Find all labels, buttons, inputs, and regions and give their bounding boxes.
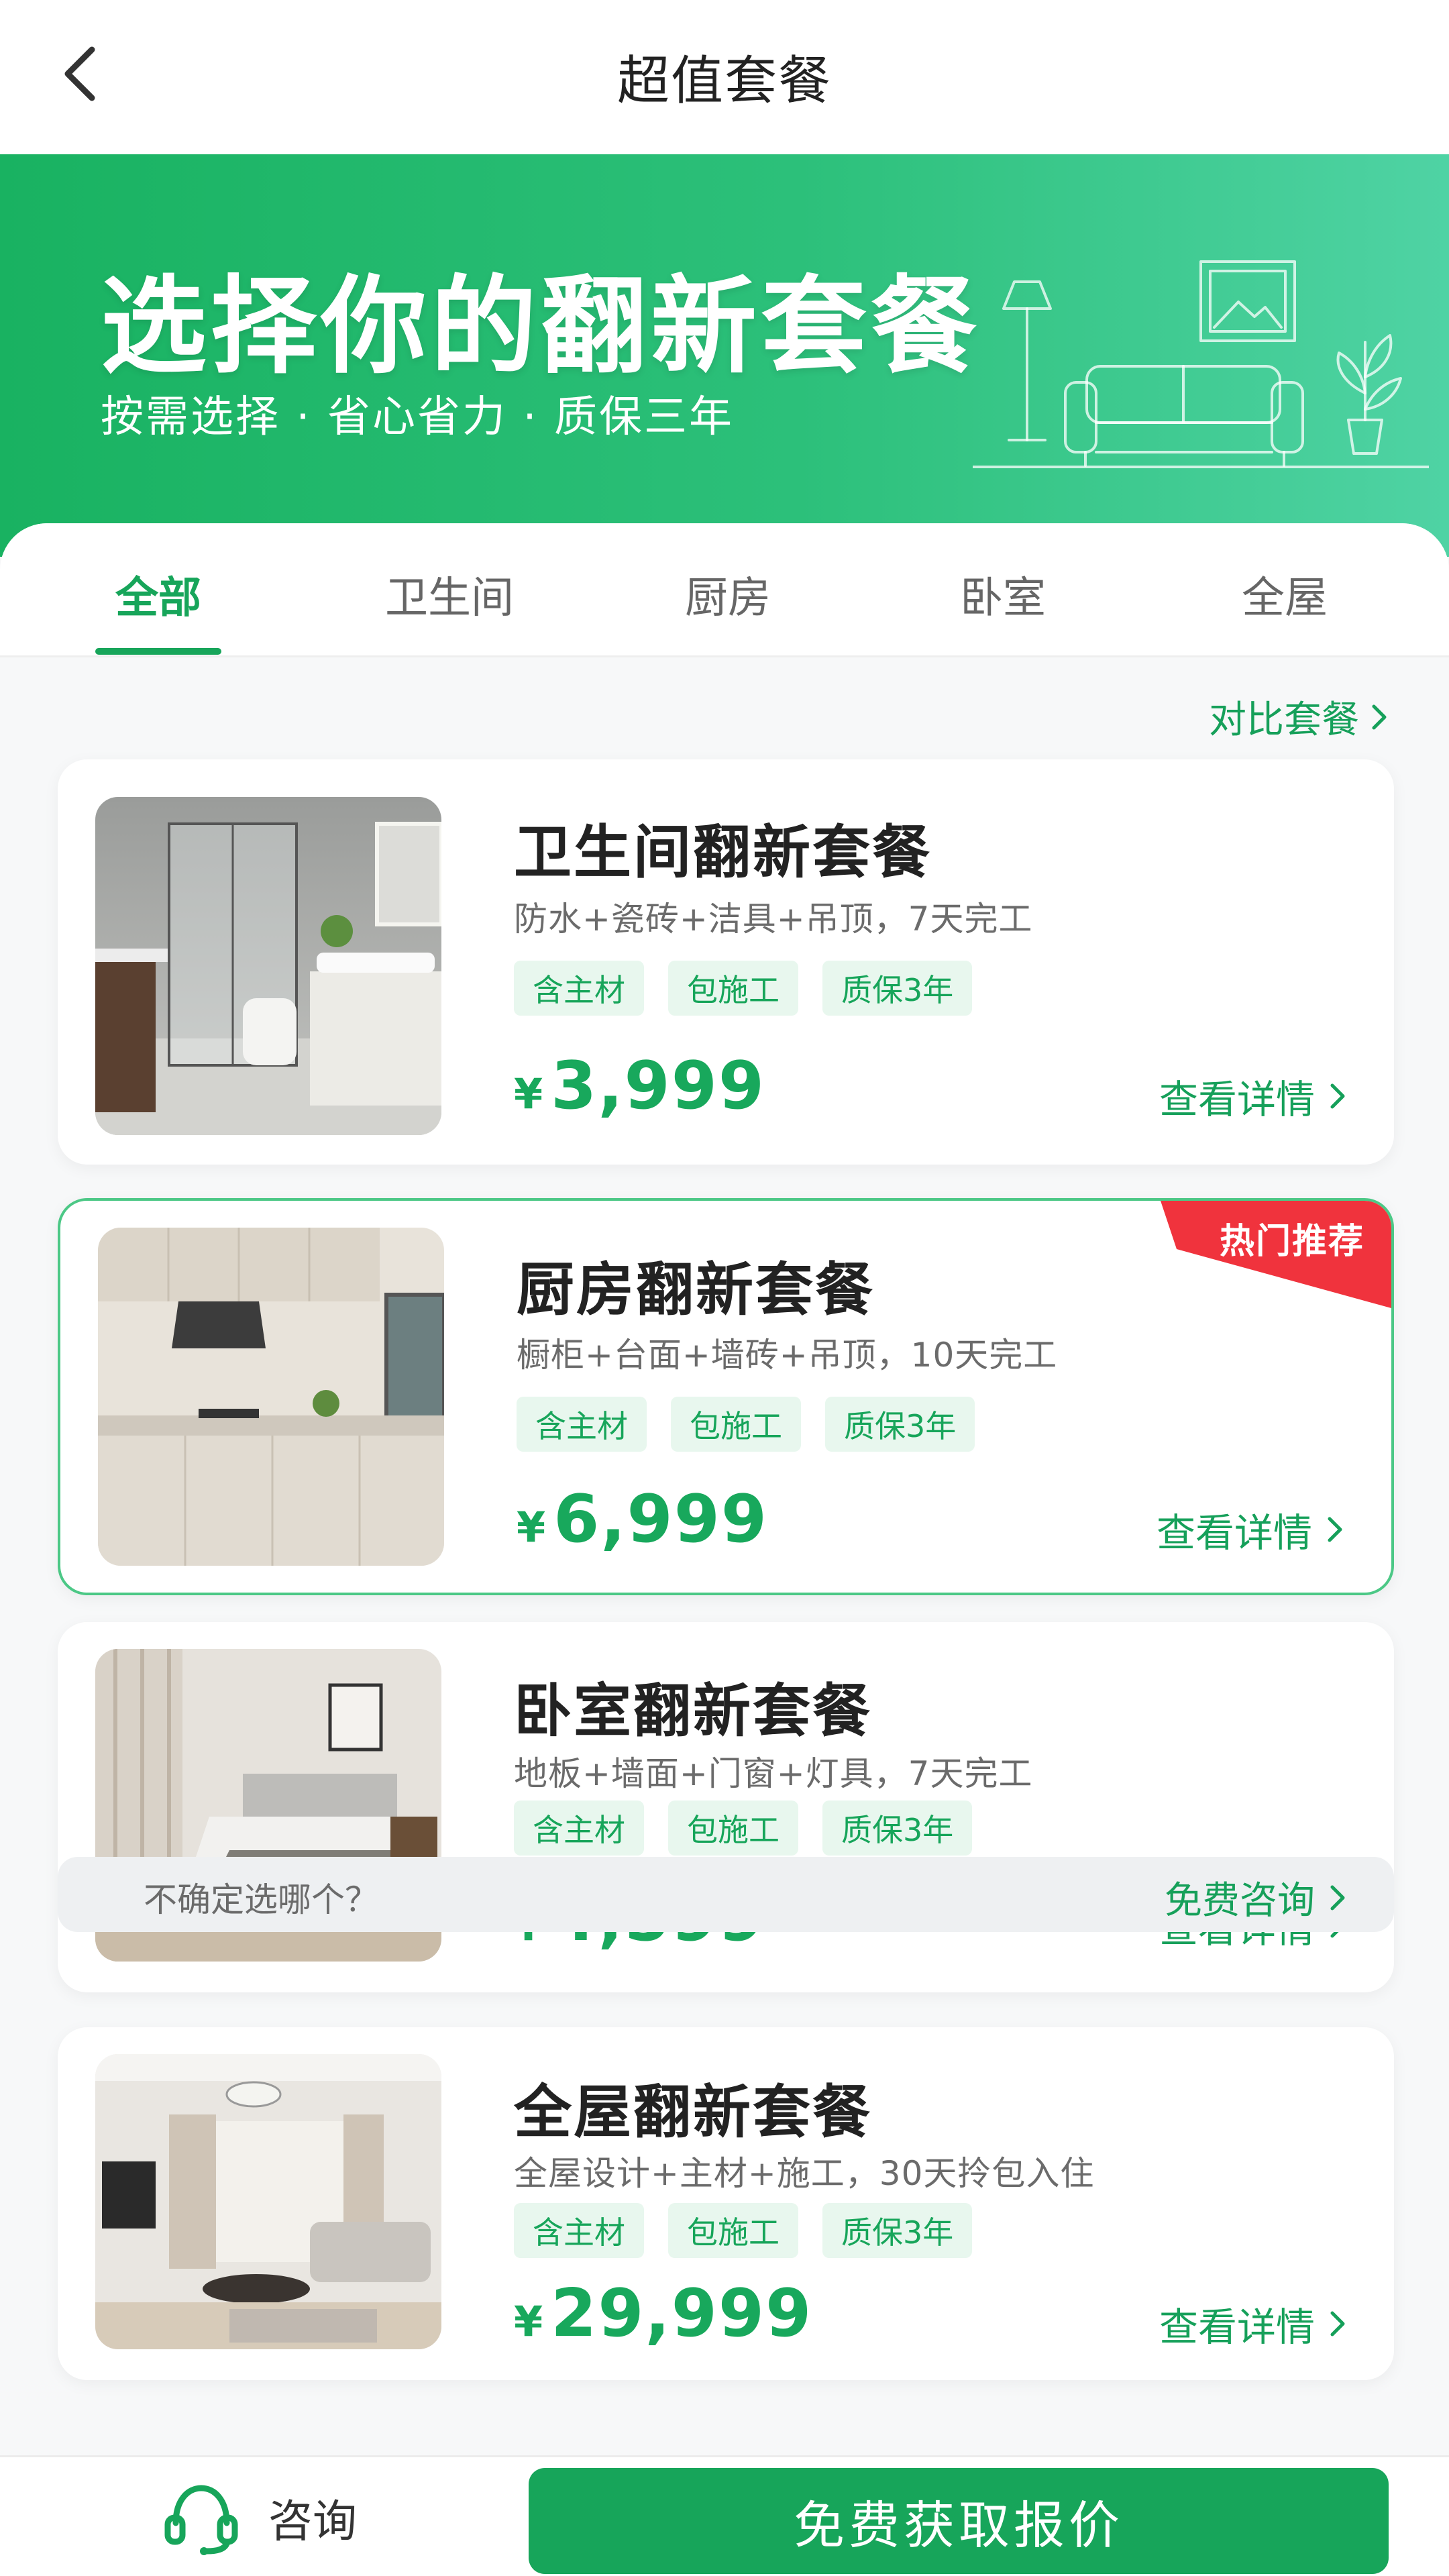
tag-warranty: 质保3年	[825, 1397, 975, 1452]
package-card-kitchen[interactable]: 热门推荐 厨房翻新套餐 橱柜+台面+墙砖+吊顶，10天完工 含主材 包施工 质保…	[58, 1198, 1394, 1595]
compare-packages-label: 对比套餐	[1209, 698, 1359, 742]
page-title: 超值套餐	[616, 51, 832, 111]
page: 超值套餐 选择你的翻新套餐 按需选择 · 省心省力 · 质保三年 全部 卫生间 …	[0, 0, 1449, 2576]
consult-label: 咨询	[268, 2496, 357, 2547]
top-nav-bar: 超值套餐	[0, 0, 1449, 154]
package-tags: 含主材 包施工 质保3年	[514, 1801, 973, 1856]
help-text: 不确定选哪个？	[144, 1880, 378, 1919]
package-desc: 橱柜+台面+墙砖+吊顶，10天完工	[517, 1336, 1058, 1375]
chevron-right-icon	[1330, 2311, 1345, 2337]
help-strip: 不确定选哪个？ 免费咨询	[58, 1857, 1394, 1932]
bathroom-photo	[95, 797, 441, 1135]
view-details-label: 查看详情	[1156, 1510, 1312, 1556]
package-title: 卫生间翻新套餐	[514, 819, 932, 886]
picture-frame-icon	[1199, 260, 1296, 342]
living-room-illustration	[973, 260, 1429, 468]
package-tags: 含主材 包施工 质保3年	[517, 1397, 975, 1452]
package-price: ¥ 29,999	[514, 2275, 812, 2352]
package-title: 卧室翻新套餐	[514, 1678, 872, 1745]
tag-materials: 含主材	[514, 961, 644, 1016]
price-amount: 3,999	[551, 1048, 766, 1124]
package-card-bathroom[interactable]: 卫生间翻新套餐 防水+瓷砖+洁具+吊顶，7天完工 含主材 包施工 质保3年 ¥ …	[58, 759, 1394, 1165]
get-quote-button[interactable]: 免费获取报价	[529, 2468, 1389, 2574]
hero-banner: 选择你的翻新套餐 按需选择 · 省心省力 · 质保三年	[0, 154, 1449, 557]
category-tabs: 全部 卫生间 厨房 卧室 全屋	[0, 523, 1449, 657]
package-desc: 地板+墙面+门窗+灯具，7天完工	[514, 1754, 1033, 1793]
package-tags: 含主材 包施工 质保3年	[514, 2203, 973, 2258]
active-tab-indicator	[95, 648, 221, 655]
tag-construction: 包施工	[668, 2203, 798, 2258]
view-details-link[interactable]: 查看详情	[1159, 2296, 1347, 2352]
tag-construction: 包施工	[668, 1801, 798, 1856]
currency-symbol: ¥	[517, 1503, 546, 1552]
package-tags: 含主材 包施工 质保3年	[514, 961, 973, 1016]
currency-symbol: ¥	[514, 2297, 543, 2346]
tag-materials: 含主材	[517, 1397, 647, 1452]
tab-whole-house[interactable]: 全屋	[1228, 564, 1342, 631]
view-details-label: 查看详情	[1159, 2304, 1315, 2350]
currency-symbol: ¥	[514, 1069, 543, 1118]
compare-packages-link[interactable]: 对比套餐	[1209, 690, 1389, 744]
content-sheet: 全部 卫生间 厨房 卧室 全屋 对比套餐 卫生间翻新套餐 防水+瓷砖+洁具+吊顶…	[0, 523, 1449, 2455]
package-card-bedroom[interactable]: 卧室翻新套餐 地板+墙面+门窗+灯具，7天完工 含主材 包施工 质保3年 ¥ 4…	[58, 1622, 1394, 1992]
package-price: ¥ 6,999	[517, 1481, 768, 1558]
tag-warranty: 质保3年	[822, 961, 973, 1016]
price-amount: 6,999	[553, 1481, 769, 1558]
tab-all[interactable]: 全部	[95, 564, 221, 631]
package-price: ¥ 3,999	[514, 1048, 765, 1124]
package-card-whole-house[interactable]: 全屋翻新套餐 全屋设计+主材+施工，30天拎包入住 含主材 包施工 质保3年 ¥…	[58, 2027, 1394, 2380]
free-consult-link[interactable]: 免费咨询	[1165, 1870, 1347, 1925]
tag-warranty: 质保3年	[822, 2203, 973, 2258]
tag-materials: 含主材	[514, 2203, 644, 2258]
view-details-link[interactable]: 查看详情	[1159, 1068, 1347, 1124]
view-details-label: 查看详情	[1159, 1077, 1315, 1122]
bottom-action-bar: 咨询 免费获取报价	[0, 2455, 1449, 2576]
chevron-right-icon	[1372, 704, 1387, 729]
hero-subtitle: 按需选择 · 省心省力 · 质保三年	[101, 392, 735, 442]
living-room-photo	[95, 2054, 441, 2349]
tag-materials: 含主材	[514, 1801, 644, 1856]
chevron-right-icon	[1330, 1885, 1345, 1910]
tab-bathroom[interactable]: 卫生间	[376, 564, 523, 631]
view-details-link[interactable]: 查看详情	[1157, 1501, 1344, 1558]
chevron-right-icon	[1328, 1517, 1342, 1542]
package-desc: 全屋设计+主材+施工，30天拎包入住	[514, 2154, 1095, 2193]
tab-bedroom[interactable]: 卧室	[946, 564, 1060, 631]
tag-warranty: 质保3年	[822, 1801, 973, 1856]
package-title: 全屋翻新套餐	[514, 2079, 872, 2146]
hot-recommend-badge: 热门推荐	[1123, 1201, 1391, 1308]
tag-construction: 包施工	[668, 961, 798, 1016]
plant-icon	[1336, 334, 1402, 455]
kitchen-photo	[98, 1228, 444, 1566]
package-desc: 防水+瓷砖+洁具+吊顶，7天完工	[514, 900, 1033, 938]
tab-kitchen[interactable]: 厨房	[671, 564, 785, 631]
price-amount: 29,999	[551, 2275, 813, 2352]
hero-title: 选择你的翻新套餐	[101, 265, 981, 388]
tag-construction: 包施工	[671, 1397, 801, 1452]
headset-icon	[164, 2485, 238, 2555]
lamp-icon	[1002, 280, 1052, 441]
chevron-right-icon	[1330, 1083, 1345, 1109]
sofa-icon	[1064, 365, 1304, 467]
consult-button[interactable]: 咨询	[161, 2477, 357, 2558]
free-consult-label: 免费咨询	[1165, 1879, 1315, 1923]
hot-badge-label: 热门推荐	[1219, 1222, 1364, 1262]
package-title: 厨房翻新套餐	[517, 1256, 875, 1324]
